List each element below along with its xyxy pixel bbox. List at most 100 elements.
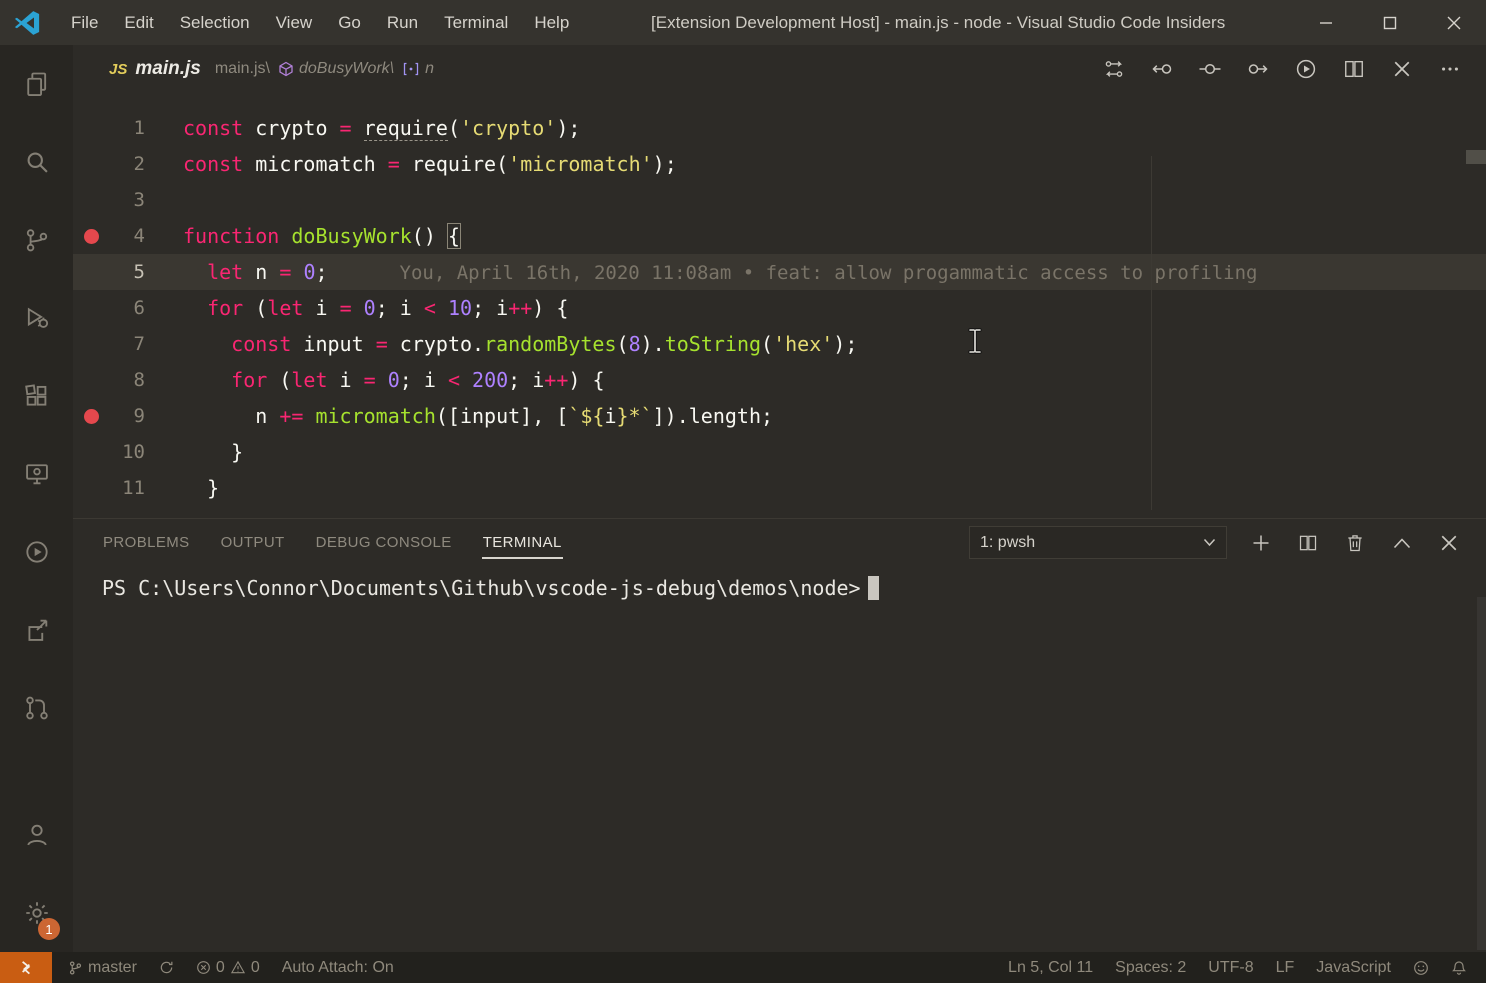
tab-output[interactable]: OUTPUT: [220, 526, 286, 559]
remote-explorer-icon[interactable]: [0, 435, 73, 513]
editor-ruler: [1151, 156, 1152, 510]
code-line[interactable]: 10 }: [73, 434, 1486, 470]
language-mode-status[interactable]: JavaScript: [1305, 952, 1402, 983]
code-text[interactable]: let n = 0;You, April 16th, 2020 11:08am …: [145, 254, 1257, 290]
maximize-panel-icon[interactable]: [1378, 520, 1425, 566]
feedback-smiley-icon[interactable]: [1402, 952, 1440, 983]
menu-help[interactable]: Help: [521, 0, 582, 45]
code-text[interactable]: }: [145, 470, 219, 506]
code-line[interactable]: 1const crypto = require('crypto');: [73, 110, 1486, 146]
account-icon[interactable]: [0, 796, 73, 874]
code-text[interactable]: }: [145, 434, 243, 470]
auto-attach-status[interactable]: Auto Attach: On: [271, 952, 405, 983]
indentation-status[interactable]: Spaces: 2: [1104, 952, 1197, 983]
explorer-icon[interactable]: [0, 45, 73, 123]
code-text[interactable]: for (let i = 0; i < 200; i++) {: [145, 362, 605, 398]
breakpoint-gutter[interactable]: [73, 218, 110, 254]
notifications-bell-icon[interactable]: [1440, 952, 1478, 983]
new-terminal-icon[interactable]: [1237, 520, 1284, 566]
debug-reverse-continue-icon[interactable]: [1138, 45, 1186, 93]
debug-continue-icon[interactable]: [1234, 45, 1282, 93]
breakpoint-dot[interactable]: [84, 409, 99, 424]
breadcrumb-symbol-variable[interactable]: n: [425, 60, 434, 78]
commit-icon[interactable]: [1186, 45, 1234, 93]
breakpoint-gutter[interactable]: [73, 182, 110, 218]
code-line[interactable]: 4function doBusyWork() {: [73, 218, 1486, 254]
menu-run[interactable]: Run: [374, 0, 431, 45]
breadcrumb-symbol-function[interactable]: doBusyWork\: [299, 60, 394, 78]
menu-terminal[interactable]: Terminal: [431, 0, 521, 45]
search-icon[interactable]: [0, 123, 73, 201]
more-actions-icon[interactable]: [1426, 45, 1474, 93]
breakpoint-gutter[interactable]: [73, 290, 110, 326]
remote-indicator[interactable]: [0, 952, 52, 983]
record-profile-icon[interactable]: [1282, 45, 1330, 93]
activity-bar: 1: [0, 45, 73, 952]
extensions-icon[interactable]: [0, 357, 73, 435]
minimize-button[interactable]: [1294, 0, 1358, 45]
code-text[interactable]: function doBusyWork() {: [145, 218, 460, 254]
maximize-button[interactable]: [1358, 0, 1422, 45]
breakpoint-gutter[interactable]: [73, 398, 110, 434]
breakpoint-gutter[interactable]: [73, 110, 110, 146]
code-line[interactable]: 7 const input = crypto.randomBytes(8).to…: [73, 326, 1486, 362]
compare-changes-icon[interactable]: [1090, 45, 1138, 93]
eol-status[interactable]: LF: [1265, 952, 1306, 983]
code-text[interactable]: for (let i = 0; i < 10; i++) {: [145, 290, 568, 326]
code-text[interactable]: const input = crypto.randomBytes(8).toSt…: [145, 326, 857, 362]
run-profile-icon[interactable]: [0, 513, 73, 591]
breakpoint-dot[interactable]: [84, 229, 99, 244]
window-title: [Extension Development Host] - main.js -…: [582, 13, 1294, 33]
editor-tab-main-js[interactable]: main.js: [135, 58, 200, 80]
settings-badge: 1: [38, 918, 60, 940]
menu-file[interactable]: File: [58, 0, 111, 45]
close-editor-icon[interactable]: [1378, 45, 1426, 93]
source-control-icon[interactable]: [0, 201, 73, 279]
code-line[interactable]: 8 for (let i = 0; i < 200; i++) {: [73, 362, 1486, 398]
code-text[interactable]: const crypto = require('crypto');: [145, 110, 580, 146]
tab-problems[interactable]: PROBLEMS: [102, 526, 191, 559]
run-debug-icon[interactable]: [0, 279, 73, 357]
split-editor-icon[interactable]: [1330, 45, 1378, 93]
menu-view[interactable]: View: [263, 0, 326, 45]
breakpoint-gutter[interactable]: [73, 326, 110, 362]
problems-status[interactable]: 0 0: [185, 952, 271, 983]
breakpoint-gutter[interactable]: [73, 254, 110, 290]
code-editor[interactable]: 1const crypto = require('crypto');2const…: [73, 110, 1486, 518]
code-line[interactable]: 9 n += micromatch([input], [`${i}*`]).le…: [73, 398, 1486, 434]
terminal[interactable]: PS C:\Users\Connor\Documents\Github\vsco…: [73, 566, 1486, 600]
github-pr-icon[interactable]: [0, 669, 73, 747]
code-text[interactable]: [145, 182, 183, 218]
code-line[interactable]: 2const micromatch = require('micromatch'…: [73, 146, 1486, 182]
breakpoint-gutter[interactable]: [73, 146, 110, 182]
code-line[interactable]: 11 }: [73, 470, 1486, 506]
code-text[interactable]: const micromatch = require('micromatch')…: [145, 146, 677, 182]
code-line[interactable]: 6 for (let i = 0; i < 10; i++) {: [73, 290, 1486, 326]
sync-status[interactable]: [148, 952, 185, 983]
encoding-status[interactable]: UTF-8: [1197, 952, 1264, 983]
code-text[interactable]: n += micromatch([input], [`${i}*`]).leng…: [145, 398, 773, 434]
split-terminal-icon[interactable]: [1284, 520, 1331, 566]
menu-edit[interactable]: Edit: [111, 0, 166, 45]
cursor-position-status[interactable]: Ln 5, Col 11: [997, 952, 1104, 983]
terminal-instance-select[interactable]: 1: pwsh: [969, 526, 1227, 559]
menu-selection[interactable]: Selection: [167, 0, 263, 45]
terminal-prompt: PS C:\Users\Connor\Documents\Github\vsco…: [102, 576, 861, 600]
breakpoint-gutter[interactable]: [73, 470, 110, 506]
live-share-icon[interactable]: [0, 591, 73, 669]
kill-terminal-icon[interactable]: [1331, 520, 1378, 566]
code-line[interactable]: 3: [73, 182, 1486, 218]
close-window-button[interactable]: [1422, 0, 1486, 45]
tab-terminal[interactable]: TERMINAL: [482, 526, 563, 559]
code-line[interactable]: 5 let n = 0;You, April 16th, 2020 11:08a…: [73, 254, 1486, 290]
terminal-scrollbar[interactable]: [1477, 597, 1486, 950]
menu-go[interactable]: Go: [325, 0, 374, 45]
breakpoint-gutter[interactable]: [73, 434, 110, 470]
breadcrumb-file[interactable]: main.js\: [215, 60, 270, 78]
settings-gear-icon[interactable]: 1: [0, 874, 73, 952]
tab-debug-console[interactable]: DEBUG CONSOLE: [315, 526, 453, 559]
line-number: 4: [110, 218, 145, 254]
breakpoint-gutter[interactable]: [73, 362, 110, 398]
git-branch-status[interactable]: master: [57, 952, 148, 983]
close-panel-icon[interactable]: [1425, 520, 1472, 566]
